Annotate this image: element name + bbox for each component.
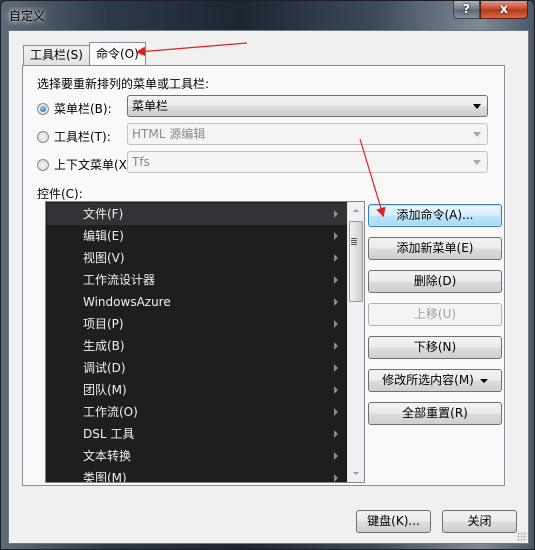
- submenu-arrow-icon: [334, 408, 338, 416]
- list-item[interactable]: WindowsAzure: [47, 291, 348, 313]
- menubar-combo[interactable]: 菜单栏: [127, 95, 488, 117]
- submenu-arrow-icon: [334, 298, 338, 306]
- scroll-up-arrow-icon[interactable]: [348, 202, 364, 219]
- submenu-arrow-icon: [334, 254, 338, 262]
- context-menu-combo-value: Tfs: [132, 155, 150, 169]
- move-down-button[interactable]: 下移(N): [368, 336, 502, 359]
- list-item-label: 文件(F): [83, 207, 124, 221]
- list-item-label: WindowsAzure: [83, 295, 171, 309]
- list-item-label: 生成(B): [83, 339, 125, 353]
- help-button[interactable]: ?: [453, 1, 480, 19]
- menubar-combo-value: 菜单栏: [132, 99, 169, 113]
- list-item-label: 视图(V): [83, 251, 125, 265]
- add-new-menu-button[interactable]: 添加新菜单(E): [368, 237, 502, 260]
- move-up-button: 上移(U): [368, 303, 502, 326]
- controls-listbox[interactable]: 文件(F) 编辑(E) 视图(V) 工作流设计器 WindowsAzure 项目(P) 生成…: [45, 201, 365, 483]
- list-item-label: 工作流设计器: [83, 273, 156, 287]
- tab-toolbars[interactable]: 工具栏(S): [23, 45, 90, 65]
- list-item[interactable]: 生成(B): [47, 335, 348, 357]
- keyboard-button[interactable]: 键盘(K)...: [356, 510, 431, 533]
- toolbar-radio[interactable]: [37, 130, 49, 143]
- list-item[interactable]: 项目(P): [47, 313, 348, 335]
- list-item-label: 工作流(O): [83, 405, 138, 419]
- context-menu-radio-row[interactable]: 上下文菜单(X):: [37, 156, 136, 173]
- context-menu-radio[interactable]: [37, 158, 49, 171]
- list-item[interactable]: 视图(V): [47, 247, 348, 269]
- list-item[interactable]: 调试(D): [47, 357, 348, 379]
- resize-grip-icon[interactable]: [517, 532, 527, 542]
- add-command-button[interactable]: 添加命令(A)...: [368, 204, 502, 227]
- customize-dialog: 自定义 ? x 工具栏(S) 命令(O) 选择要重新排列的菜单或工具栏: 菜单栏…: [0, 0, 535, 550]
- list-item-label: 类图(M): [83, 471, 127, 483]
- modify-selection-button[interactable]: 修改所选内容(M): [368, 369, 502, 392]
- list-item[interactable]: 文件(F): [47, 203, 348, 225]
- tab-commands[interactable]: 命令(O): [88, 42, 146, 65]
- list-item[interactable]: 类图(M): [47, 467, 348, 483]
- menubar-radio-label: 菜单栏(B):: [54, 102, 112, 116]
- list-item[interactable]: 工作流设计器: [47, 269, 348, 291]
- list-item-label: 文本转换: [83, 449, 132, 463]
- submenu-arrow-icon: [334, 342, 338, 350]
- context-menu-radio-label: 上下文菜单(X):: [54, 158, 136, 172]
- list-item[interactable]: 团队(M): [47, 379, 348, 401]
- controls-list: 文件(F) 编辑(E) 视图(V) 工作流设计器 WindowsAzure 项目(P) 生成…: [47, 203, 348, 483]
- listbox-scrollbar[interactable]: [347, 202, 364, 482]
- dropdown-arrow-icon: [479, 378, 488, 383]
- list-item-label: 编辑(E): [83, 229, 124, 243]
- dialog-client-area: 工具栏(S) 命令(O) 选择要重新排列的菜单或工具栏: 菜单栏(B): 菜单栏…: [8, 30, 529, 544]
- chevron-down-icon: [473, 104, 481, 109]
- close-icon[interactable]: x: [480, 1, 528, 19]
- toolbar-radio-label: 工具栏(T):: [54, 130, 111, 144]
- toolbar-combo: HTML 源编辑: [127, 123, 488, 145]
- list-item[interactable]: 文本转换: [47, 445, 348, 467]
- submenu-arrow-icon: [334, 276, 338, 284]
- list-item-label: 项目(P): [83, 317, 124, 331]
- submenu-arrow-icon: [334, 474, 338, 482]
- choose-menu-label: 选择要重新排列的菜单或工具栏:: [37, 77, 210, 91]
- toolbar-radio-row[interactable]: 工具栏(T):: [37, 128, 111, 145]
- delete-button[interactable]: 删除(D): [368, 270, 502, 293]
- window-title: 自定义: [9, 9, 46, 23]
- list-item[interactable]: 编辑(E): [47, 225, 348, 247]
- tab-strip: 工具栏(S) 命令(O): [23, 42, 146, 65]
- list-item-label: DSL 工具: [83, 427, 135, 441]
- menubar-radio-row[interactable]: 菜单栏(B):: [37, 100, 112, 117]
- chevron-down-icon: [473, 160, 481, 165]
- submenu-arrow-icon: [334, 386, 338, 394]
- list-item-label: 团队(M): [83, 383, 127, 397]
- scroll-down-arrow-icon[interactable]: [348, 465, 364, 482]
- menubar-radio[interactable]: [37, 102, 49, 115]
- modify-selection-label: 修改所选内容(M): [382, 373, 474, 387]
- scroll-grip-icon: [351, 238, 357, 245]
- list-item[interactable]: DSL 工具: [47, 423, 348, 445]
- context-menu-combo: Tfs: [127, 151, 488, 173]
- commands-tab-panel: 选择要重新排列的菜单或工具栏: 菜单栏(B): 菜单栏 工具栏(T): HTML…: [22, 65, 505, 486]
- submenu-arrow-icon: [334, 232, 338, 240]
- submenu-arrow-icon: [334, 320, 338, 328]
- title-bar[interactable]: 自定义 ? x: [1, 1, 534, 29]
- list-item-label: 调试(D): [83, 361, 126, 375]
- chevron-down-icon: [473, 132, 481, 137]
- list-item[interactable]: 工作流(O): [47, 401, 348, 423]
- toolbar-combo-value: HTML 源编辑: [132, 127, 206, 141]
- close-button[interactable]: 关闭: [442, 510, 517, 533]
- submenu-arrow-icon: [334, 364, 338, 372]
- submenu-arrow-icon: [334, 430, 338, 438]
- submenu-arrow-icon: [334, 452, 338, 460]
- submenu-arrow-icon: [334, 210, 338, 218]
- scrollbar-thumb[interactable]: [349, 221, 363, 302]
- controls-label: 控件(C):: [37, 187, 83, 201]
- reset-all-button[interactable]: 全部重置(R): [368, 402, 502, 425]
